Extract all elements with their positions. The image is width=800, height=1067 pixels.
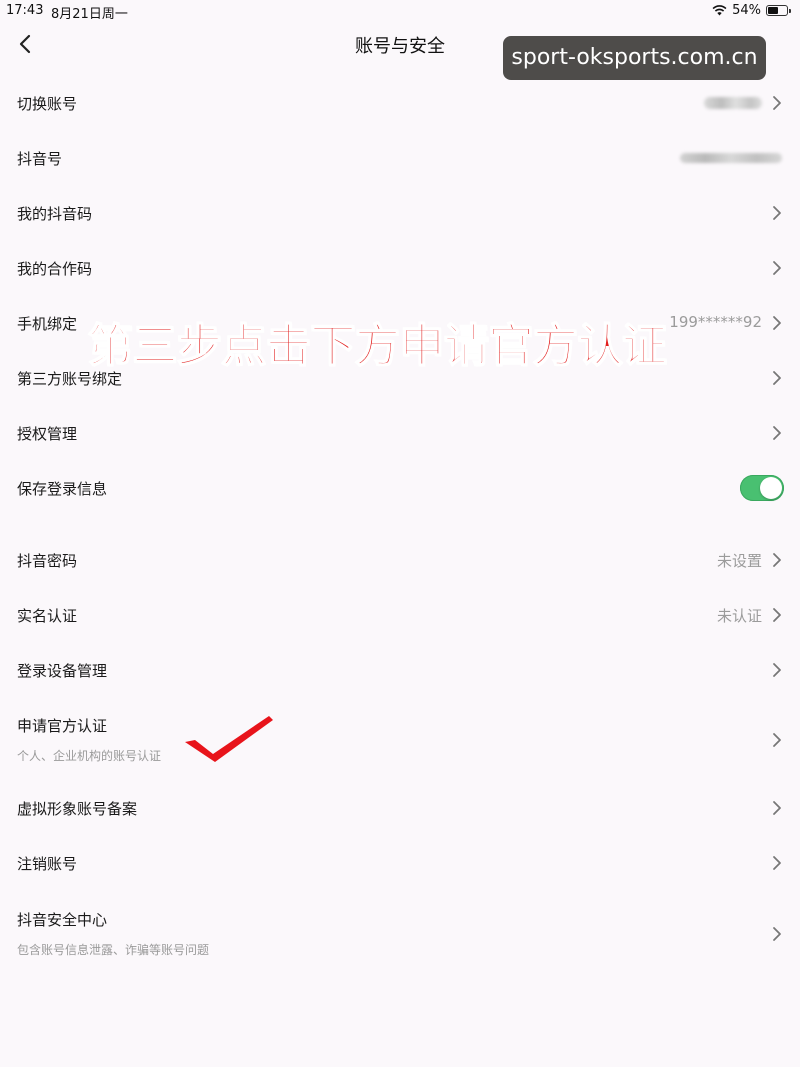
row-auth-manage[interactable]: 授权管理 bbox=[0, 418, 800, 448]
toggle-knob bbox=[760, 477, 782, 499]
row-label: 保存登录信息 bbox=[17, 480, 108, 498]
row-label: 授权管理 bbox=[17, 425, 78, 443]
row-switch-account[interactable]: 切换账号 bbox=[0, 88, 800, 118]
row-label: 切换账号 bbox=[17, 95, 78, 113]
row-device-manage[interactable]: 登录设备管理 bbox=[0, 655, 800, 685]
redacted-douyin-id bbox=[680, 153, 782, 163]
row-cancel-account[interactable]: 注销账号 bbox=[0, 848, 800, 878]
password-status: 未设置 bbox=[716, 552, 762, 570]
row-label: 注销账号 bbox=[17, 855, 78, 873]
chevron-right-icon bbox=[773, 663, 781, 677]
row-subtitle: 包含账号信息泄露、诈骗等账号问题 bbox=[17, 943, 210, 957]
row-my-code[interactable]: 我的抖音码 bbox=[0, 198, 800, 228]
chevron-right-icon bbox=[773, 371, 781, 385]
redacted-account-name bbox=[704, 97, 762, 109]
row-label: 抖音安全中心 bbox=[17, 911, 108, 929]
battery-percent: 54% bbox=[732, 3, 761, 18]
battery-level bbox=[768, 7, 778, 14]
chevron-right-icon bbox=[773, 553, 781, 567]
status-indicators: 54% bbox=[712, 3, 791, 18]
battery-icon bbox=[766, 5, 791, 16]
row-label: 申请官方认证 bbox=[17, 717, 108, 735]
chevron-right-icon bbox=[773, 316, 781, 330]
row-save-login: 保存登录信息 bbox=[0, 473, 800, 503]
row-label: 我的抖音码 bbox=[17, 205, 93, 223]
row-label: 虚拟形象账号备案 bbox=[17, 800, 138, 818]
row-label: 抖音密码 bbox=[17, 552, 78, 570]
chevron-right-icon bbox=[773, 801, 781, 815]
row-label: 抖音号 bbox=[17, 150, 63, 168]
row-coop-code[interactable]: 我的合作码 bbox=[0, 253, 800, 283]
wifi-icon bbox=[712, 5, 727, 16]
real-name-status: 未认证 bbox=[716, 607, 762, 625]
row-official-cert[interactable]: 申请官方认证 个人、企业机构的账号认证 bbox=[0, 710, 800, 768]
chevron-right-icon bbox=[773, 426, 781, 440]
row-password[interactable]: 抖音密码 未设置 bbox=[0, 545, 800, 575]
row-subtitle: 个人、企业机构的账号认证 bbox=[17, 749, 162, 763]
row-label: 登录设备管理 bbox=[17, 662, 108, 680]
save-login-toggle[interactable] bbox=[740, 475, 784, 501]
status-time: 17:43 bbox=[6, 3, 44, 18]
row-douyin-id: 抖音号 bbox=[0, 143, 800, 173]
row-label: 实名认证 bbox=[17, 607, 78, 625]
red-checkmark-icon bbox=[185, 716, 273, 762]
row-virtual-avatar[interactable]: 虚拟形象账号备案 bbox=[0, 793, 800, 823]
chevron-right-icon bbox=[773, 927, 781, 941]
chevron-right-icon bbox=[773, 261, 781, 275]
status-date: 8月21日周一 bbox=[51, 7, 128, 22]
row-security-center[interactable]: 抖音安全中心 包含账号信息泄露、诈骗等账号问题 bbox=[0, 904, 800, 962]
chevron-right-icon bbox=[773, 96, 781, 110]
overlay-caption: 第三步点击下方申请官方认证 bbox=[87, 318, 668, 373]
status-bar: 17:43 8月21日周一 54% bbox=[0, 0, 800, 22]
row-label: 我的合作码 bbox=[17, 260, 93, 278]
watermark: sport-oksports.com.cn bbox=[503, 36, 766, 80]
chevron-right-icon bbox=[773, 206, 781, 220]
chevron-right-icon bbox=[773, 856, 781, 870]
row-label: 手机绑定 bbox=[17, 315, 78, 333]
chevron-right-icon bbox=[773, 608, 781, 622]
row-real-name[interactable]: 实名认证 未认证 bbox=[0, 600, 800, 630]
chevron-right-icon bbox=[773, 733, 781, 747]
